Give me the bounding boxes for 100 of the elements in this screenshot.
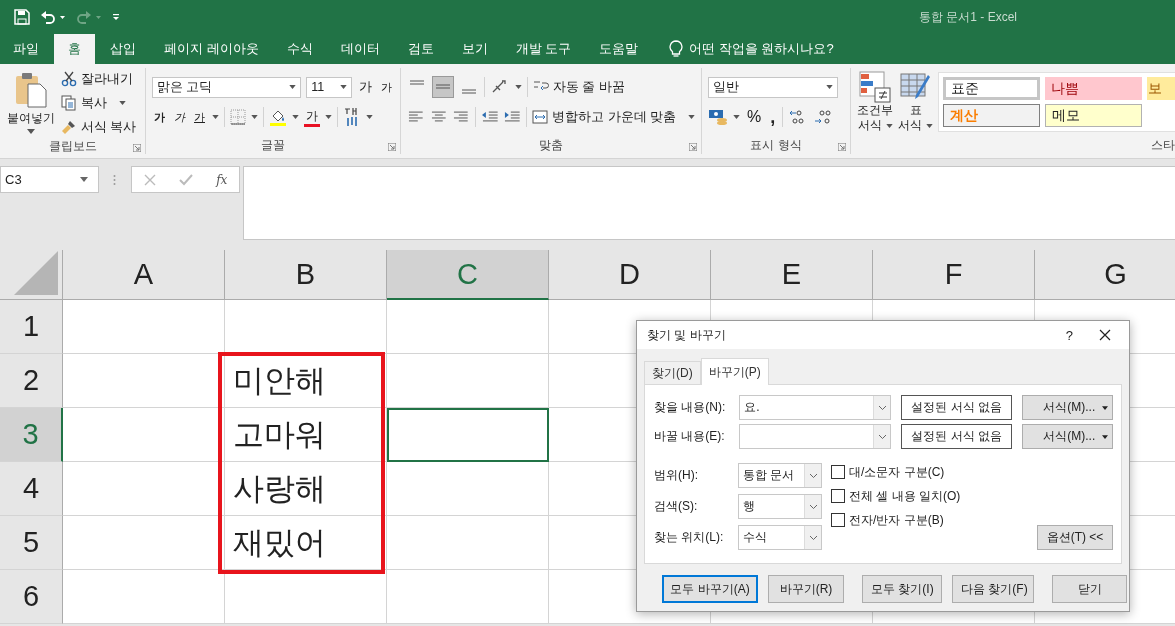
cell-style[interactable]: 보 bbox=[1147, 77, 1175, 100]
undo-icon[interactable] bbox=[40, 10, 66, 24]
active-cell[interactable] bbox=[387, 408, 549, 462]
cut-button[interactable]: 잘라내기 bbox=[61, 68, 133, 90]
format-painter-button[interactable]: 서식 복사 bbox=[61, 116, 137, 138]
copy-button[interactable]: 복사 bbox=[61, 92, 126, 114]
decrease-font-size-button[interactable]: 가 bbox=[379, 77, 394, 97]
dialog-button[interactable]: 다음 찾기(F) bbox=[952, 575, 1034, 603]
customize-caret-icon[interactable] bbox=[112, 13, 120, 21]
cell-style[interactable]: 표준 bbox=[943, 77, 1040, 100]
row-header[interactable]: 2 bbox=[0, 354, 63, 408]
font-size-dropdown[interactable]: 11 bbox=[306, 76, 352, 98]
underline-button[interactable]: 가 bbox=[192, 107, 207, 127]
decrease-decimal-icon[interactable] bbox=[813, 108, 834, 126]
ribbon-tab[interactable]: 검토 bbox=[394, 34, 447, 64]
checkbox[interactable] bbox=[831, 489, 845, 503]
percent-button[interactable]: % bbox=[745, 107, 764, 127]
fill-color-icon[interactable] bbox=[269, 108, 287, 126]
caret-icon[interactable] bbox=[292, 115, 299, 119]
options-toggle-button[interactable]: 옵션(T) << bbox=[1037, 525, 1113, 550]
option-dropdown[interactable]: 행 bbox=[738, 494, 822, 519]
currency-icon[interactable] bbox=[708, 108, 728, 126]
row-header[interactable]: 5 bbox=[0, 516, 63, 570]
ribbon-tab[interactable]: 홈 bbox=[54, 34, 95, 64]
checkmark-icon[interactable] bbox=[178, 173, 193, 186]
cell[interactable]: 미안해 bbox=[225, 354, 387, 408]
caret-icon[interactable] bbox=[325, 115, 332, 119]
tell-me-search[interactable]: 어떤 작업을 원하시나요? bbox=[689, 34, 834, 64]
column-header[interactable]: C bbox=[387, 250, 549, 300]
row-header[interactable]: 1 bbox=[0, 300, 63, 354]
ribbon-tab[interactable]: 개발 도구 bbox=[502, 34, 585, 64]
formula-input[interactable] bbox=[243, 166, 1175, 240]
dialog-tab[interactable]: 바꾸기(P) bbox=[700, 358, 769, 385]
format-preview-button[interactable]: 설정된 서식 없음 bbox=[901, 395, 1013, 420]
border-icon[interactable] bbox=[230, 109, 246, 125]
number-format-dropdown[interactable]: 일반 bbox=[708, 76, 838, 98]
ribbon-tab[interactable]: 삽입 bbox=[97, 34, 149, 64]
dialog-button[interactable]: 모두 찾기(I) bbox=[862, 575, 942, 603]
option-dropdown[interactable]: 통합 문서 bbox=[738, 463, 822, 488]
ribbon-tab[interactable]: 데이터 bbox=[327, 34, 393, 64]
name-box[interactable]: C3 bbox=[0, 166, 99, 193]
ribbon-tab[interactable]: 파일 bbox=[0, 34, 52, 64]
column-header[interactable]: A bbox=[63, 250, 225, 300]
increase-font-size-button[interactable]: 가 bbox=[357, 77, 374, 97]
close-button[interactable] bbox=[1099, 329, 1111, 341]
comma-button[interactable]: , bbox=[768, 110, 778, 124]
row-header[interactable]: 4 bbox=[0, 462, 63, 516]
dialog-button[interactable]: 모두 바꾸기(A) bbox=[662, 575, 758, 603]
italic-button[interactable]: 가 bbox=[172, 107, 187, 127]
cell-style[interactable]: 나쁨 bbox=[1045, 77, 1142, 100]
align-right-icon[interactable] bbox=[452, 109, 470, 125]
dialog-launcher-icon[interactable] bbox=[133, 144, 141, 152]
caret-icon[interactable] bbox=[733, 115, 740, 119]
cell[interactable]: 재밌어 bbox=[225, 516, 387, 570]
column-header[interactable]: G bbox=[1035, 250, 1175, 300]
dialog-launcher-icon[interactable] bbox=[838, 143, 846, 151]
column-header[interactable]: F bbox=[873, 250, 1035, 300]
format-button[interactable]: 서식(M)... bbox=[1022, 395, 1113, 420]
replace-field[interactable] bbox=[739, 424, 892, 449]
bold-button[interactable]: 가 bbox=[152, 107, 167, 127]
ribbon-tab[interactable]: 보기 bbox=[448, 34, 501, 64]
help-button[interactable]: ? bbox=[1065, 327, 1073, 343]
caret-icon[interactable] bbox=[212, 115, 219, 119]
align-center-icon[interactable] bbox=[429, 109, 448, 125]
option-dropdown[interactable]: 수식 bbox=[738, 525, 822, 550]
cell-style[interactable]: 메모 bbox=[1045, 104, 1142, 127]
dialog-tab[interactable]: 찾기(D) bbox=[644, 361, 701, 384]
column-header[interactable]: B bbox=[225, 250, 387, 300]
dialog-launcher-icon[interactable] bbox=[388, 143, 396, 151]
column-header[interactable]: E bbox=[711, 250, 873, 300]
decrease-indent-icon[interactable] bbox=[480, 109, 499, 125]
row-header[interactable]: 3 bbox=[0, 408, 63, 462]
dialog-button[interactable]: 닫기 bbox=[1052, 575, 1127, 603]
format-preview-button[interactable]: 설정된 서식 없음 bbox=[901, 424, 1013, 449]
checkbox[interactable] bbox=[831, 465, 845, 479]
caret-icon[interactable] bbox=[515, 85, 522, 89]
insert-function-button[interactable]: fx bbox=[216, 172, 228, 187]
row-header[interactable]: 6 bbox=[0, 570, 63, 624]
ribbon-tab[interactable]: 도움말 bbox=[586, 34, 652, 64]
checkbox[interactable] bbox=[831, 513, 845, 527]
column-header[interactable]: D bbox=[549, 250, 711, 300]
paste-button[interactable]: 붙여넣기 bbox=[6, 72, 56, 134]
conditional-formatting-button[interactable]: 조건부 서식 bbox=[857, 71, 893, 133]
find-field[interactable]: 요. bbox=[739, 395, 892, 420]
merge-center-button[interactable]: 병합하고 가운데 맞춤 bbox=[532, 106, 696, 128]
format-as-table-button[interactable]: 표 서식 bbox=[898, 71, 933, 133]
dialog-button[interactable]: 바꾸기(R) bbox=[768, 575, 844, 603]
cell[interactable]: 사랑해 bbox=[225, 462, 387, 516]
caret-icon[interactable] bbox=[251, 115, 258, 119]
ribbon-tab[interactable]: 페이지 레이아웃 bbox=[151, 34, 272, 64]
save-icon[interactable] bbox=[14, 9, 30, 25]
increase-indent-icon[interactable] bbox=[503, 109, 522, 125]
caret-icon[interactable] bbox=[366, 115, 373, 119]
cell[interactable]: 고마워 bbox=[225, 408, 387, 462]
dialog-launcher-icon[interactable] bbox=[689, 143, 697, 151]
ribbon-tab[interactable]: 수식 bbox=[273, 34, 326, 64]
font-name-dropdown[interactable]: 맑은 고딕 bbox=[152, 76, 302, 98]
align-left-icon[interactable] bbox=[407, 109, 425, 125]
wrap-text-button[interactable]: 자동 줄 바꿈 bbox=[533, 76, 625, 98]
format-button[interactable]: 서식(M)... bbox=[1022, 424, 1113, 449]
